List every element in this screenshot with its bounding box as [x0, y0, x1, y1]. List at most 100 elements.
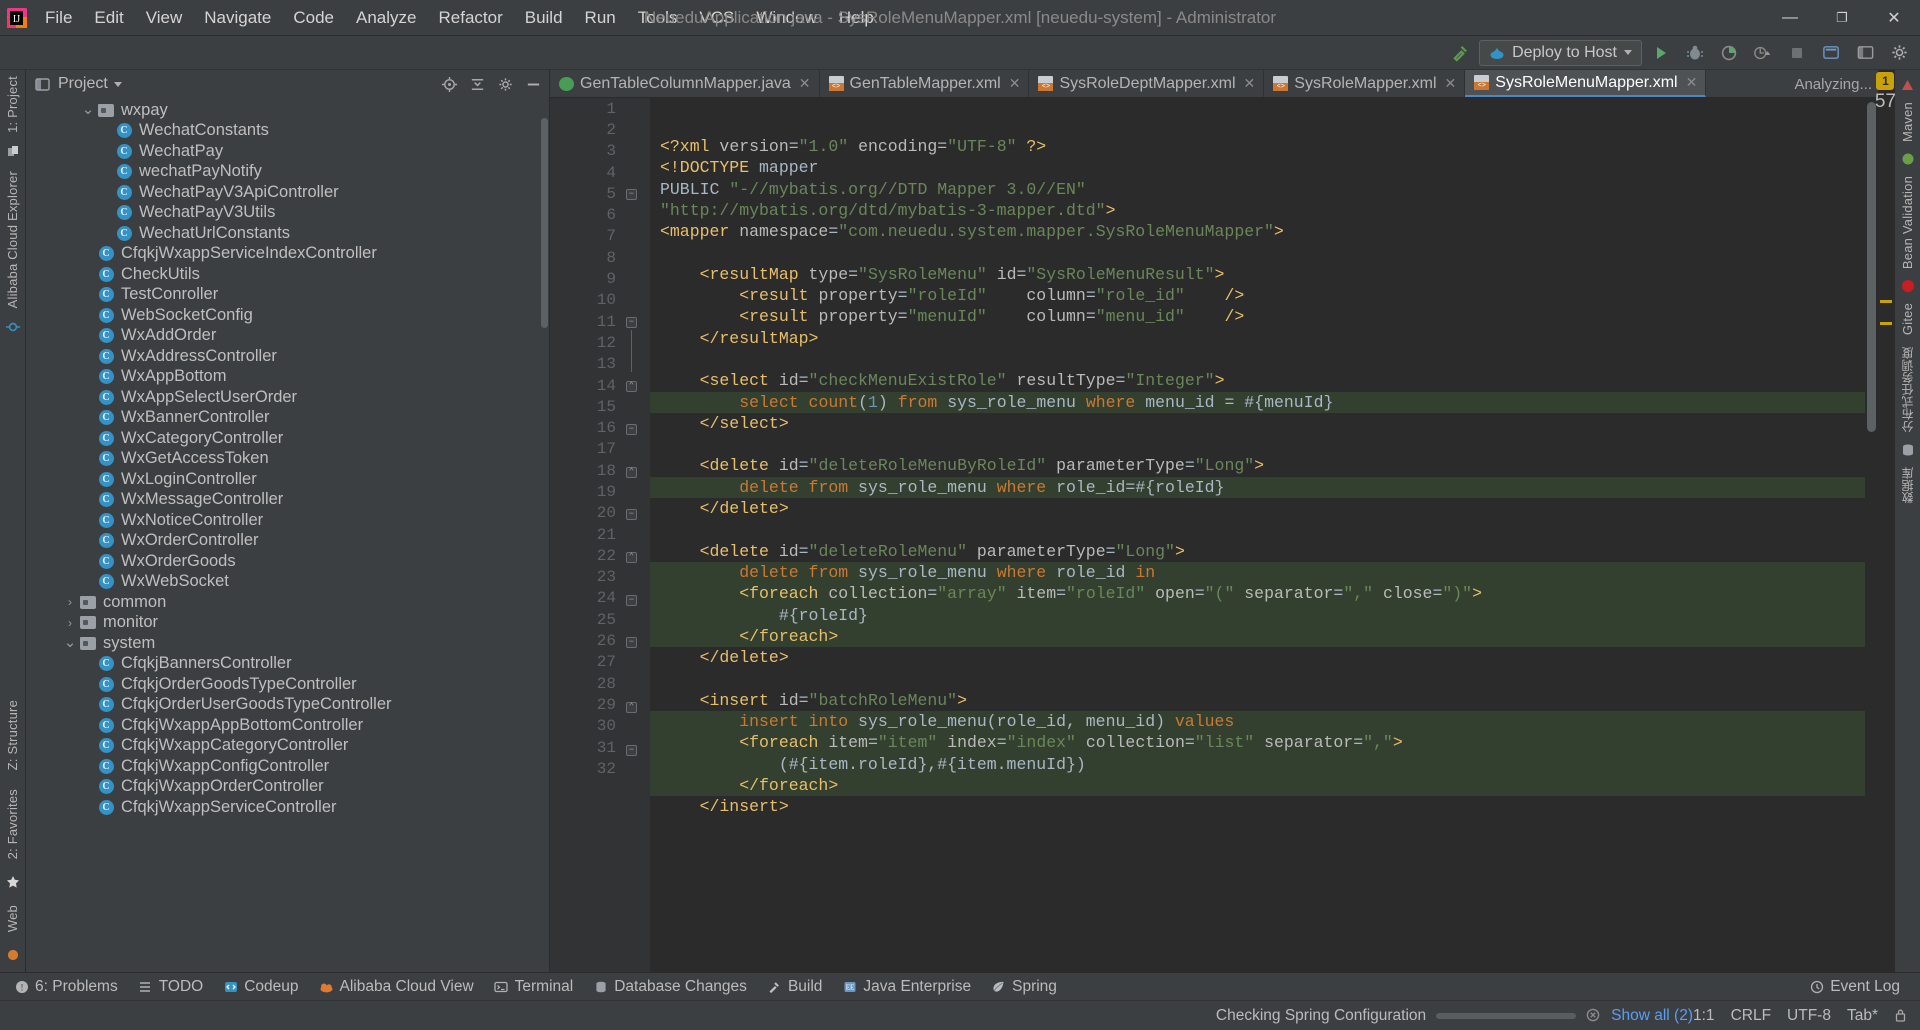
tree-node[interactable]: C WxOrderController — [26, 531, 549, 552]
profiler-button[interactable] — [1748, 40, 1778, 66]
tree-node[interactable]: C WechatConstants — [26, 121, 549, 142]
code-line[interactable] — [650, 668, 1878, 689]
code-line[interactable]: (#{item.roleId},#{item.menuId}) — [650, 753, 1878, 775]
code-line[interactable]: </resultMap> — [650, 328, 1878, 349]
code-line[interactable]: </foreach> — [650, 625, 1878, 648]
minimize-button[interactable]: — — [1764, 0, 1816, 36]
tree-node[interactable]: C CfqkjWxappServiceIndexController — [26, 244, 549, 265]
menu-vcs[interactable]: VCS — [688, 3, 745, 33]
hide-panel-icon[interactable] — [523, 74, 543, 94]
project-tree-scrollbar[interactable] — [541, 118, 548, 328]
tree-node[interactable]: C CheckUtils — [26, 264, 549, 285]
code-line[interactable]: <resultMap type="SysRoleMenu" id="SysRol… — [650, 264, 1878, 285]
editor-tab[interactable]: SysRoleMapper.xml ✕ — [1264, 70, 1466, 97]
fold-marker[interactable]: ⌃ — [626, 467, 637, 478]
menu-build[interactable]: Build — [514, 3, 574, 33]
tree-node[interactable]: ⌄ system — [26, 633, 549, 654]
code-line[interactable] — [650, 242, 1878, 263]
code-line[interactable]: </select> — [650, 413, 1878, 434]
tree-node[interactable]: C WxAppSelectUserOrder — [26, 387, 549, 408]
close-tab-icon[interactable]: ✕ — [1009, 75, 1021, 92]
tool-window-database[interactable]: 数据库 — [1899, 461, 1916, 510]
menu-tools[interactable]: Tools — [627, 3, 689, 33]
error-stripe-column[interactable]: 1 57 — [1875, 70, 1896, 972]
line-separator[interactable]: CRLF — [1731, 1007, 1771, 1025]
code-line[interactable]: delete from sys_role_menu where role_id … — [650, 561, 1878, 584]
chevron-down-icon[interactable]: ⌄ — [62, 635, 78, 650]
maven-icon[interactable] — [1897, 74, 1919, 96]
main-menu[interactable]: File Edit View Navigate Code Analyze Ref… — [34, 3, 885, 33]
menu-code[interactable]: Code — [282, 3, 345, 33]
code-line[interactable]: <insert id="batchRoleMenu"> — [650, 690, 1878, 711]
tree-node[interactable]: C WechatPayV3Utils — [26, 203, 549, 224]
code-line[interactable]: <select id="checkMenuExistRole" resultTy… — [650, 370, 1878, 391]
tree-node[interactable]: C WechatPayV3ApiController — [26, 182, 549, 203]
tool-window-terminal[interactable]: Terminal — [484, 975, 584, 999]
chevron-right-icon[interactable]: › — [62, 616, 78, 630]
menu-view[interactable]: View — [135, 3, 194, 33]
tree-node[interactable]: CwechatPayNotify — [26, 162, 549, 183]
tool-window-database-changes[interactable]: Database Changes — [583, 975, 757, 999]
code-line[interactable]: PUBLIC "-//mybatis.org//DTD Mapper 3.0//… — [650, 179, 1878, 200]
tree-node[interactable]: C WxAppBottom — [26, 367, 549, 388]
indent-setting[interactable]: Tab* — [1847, 1007, 1878, 1025]
code-text[interactable]: <?xml version="1.0" encoding="UTF-8" ?> <… — [650, 98, 1878, 972]
tool-window-web[interactable]: Web — [5, 899, 20, 938]
editor-tab[interactable]: GenTableMapper.xml ✕ — [820, 70, 1030, 97]
lock-icon[interactable] — [1894, 1008, 1908, 1024]
code-line[interactable]: </insert> — [650, 796, 1878, 817]
code-line[interactable]: insert into sys_role_menu(role_id, menu_… — [650, 711, 1878, 733]
menu-file[interactable]: File — [34, 3, 83, 33]
run-configuration-selector[interactable]: Deploy to Host — [1479, 39, 1642, 66]
code-line[interactable]: select count(1) from sys_role_menu where… — [650, 391, 1878, 413]
settings-gear-icon[interactable] — [1884, 40, 1914, 66]
close-tab-icon[interactable]: ✕ — [1686, 74, 1698, 91]
menu-run[interactable]: Run — [574, 3, 627, 33]
tree-node[interactable]: C CfqkjOrderUserGoodsTypeController — [26, 695, 549, 716]
layout-icon[interactable] — [1850, 40, 1880, 66]
fold-marker[interactable]: − — [626, 595, 637, 606]
fold-column[interactable]: − − ⌃ − ⌃ − ⌃ − − ⌃ − — [620, 98, 646, 972]
code-line[interactable]: <mapper namespace="com.neuedu.system.map… — [650, 221, 1878, 242]
code-line[interactable]: </delete> — [650, 647, 1878, 668]
code-line[interactable]: </foreach> — [650, 774, 1878, 797]
stop-button[interactable] — [1782, 40, 1812, 66]
close-button[interactable]: ✕ — [1868, 0, 1920, 36]
code-line[interactable]: <?xml version="1.0" encoding="UTF-8" ?> — [650, 136, 1878, 157]
event-log-button[interactable]: Event Log — [1799, 975, 1910, 999]
tree-node[interactable]: C CfqkjWxappServiceController — [26, 797, 549, 818]
file-encoding[interactable]: UTF-8 — [1787, 1007, 1831, 1025]
code-line[interactable]: <result property="menuId" column="menu_i… — [650, 306, 1878, 327]
fold-marker[interactable]: ⌃ — [626, 552, 637, 563]
fold-marker[interactable]: − — [626, 637, 637, 648]
tool-window-structure[interactable]: Z: Structure — [5, 694, 20, 776]
tree-node[interactable]: C WxNoticeController — [26, 510, 549, 531]
tool-window-build[interactable]: Build — [757, 975, 832, 999]
show-all-tasks-link[interactable]: Show all (2) — [1611, 1007, 1693, 1025]
code-line[interactable] — [650, 519, 1878, 540]
tree-node[interactable]: C WebSocketConfig — [26, 305, 549, 326]
code-line[interactable]: <delete id="deleteRoleMenuByRoleId" para… — [650, 455, 1878, 476]
code-line[interactable]: </delete> — [650, 498, 1878, 519]
tree-node[interactable]: C CfqkjWxappConfigController — [26, 756, 549, 777]
tool-window-gitee[interactable]: Gitee — [1900, 297, 1915, 341]
fold-marker[interactable]: − — [626, 317, 637, 328]
tool-window-alibaba-cloud-view[interactable]: Alibaba Cloud View — [309, 975, 484, 999]
tree-node[interactable]: › common — [26, 592, 549, 613]
editor-tab[interactable]: GenTableColumnMapper.java ✕ — [550, 70, 820, 97]
tree-node[interactable]: C WxLoginController — [26, 469, 549, 490]
menu-navigate[interactable]: Navigate — [193, 3, 282, 33]
menu-analyze[interactable]: Analyze — [345, 3, 427, 33]
chevron-down-icon[interactable]: ⌄ — [80, 102, 96, 117]
tree-node[interactable]: C WechatUrlConstants — [26, 223, 549, 244]
project-tree[interactable]: ⌄ wxpay C WechatConstants C WechatPay CwechatP… — [26, 98, 549, 972]
tree-node[interactable]: C CfqkjWxappAppBottomController — [26, 715, 549, 736]
code-line[interactable]: <foreach collection="array" item="roleId… — [650, 583, 1878, 605]
code-line[interactable]: <foreach item="item" index="index" colle… — [650, 732, 1878, 754]
editor-vertical-scrollbar[interactable] — [1865, 98, 1878, 972]
tree-node[interactable]: ⌄ wxpay — [26, 100, 549, 121]
tool-window-favorites[interactable]: 2: Favorites — [5, 783, 20, 865]
line-number-gutter[interactable]: 1 2 3 4 5 6 7 8 9 10 11 12 13 14 15 16 17 18 19 20 21 22 23 24 2… — [550, 98, 650, 972]
editor-tab[interactable]: SysRoleMenuMapper.xml ✕ — [1465, 70, 1707, 97]
gitee-icon[interactable] — [1897, 275, 1919, 297]
